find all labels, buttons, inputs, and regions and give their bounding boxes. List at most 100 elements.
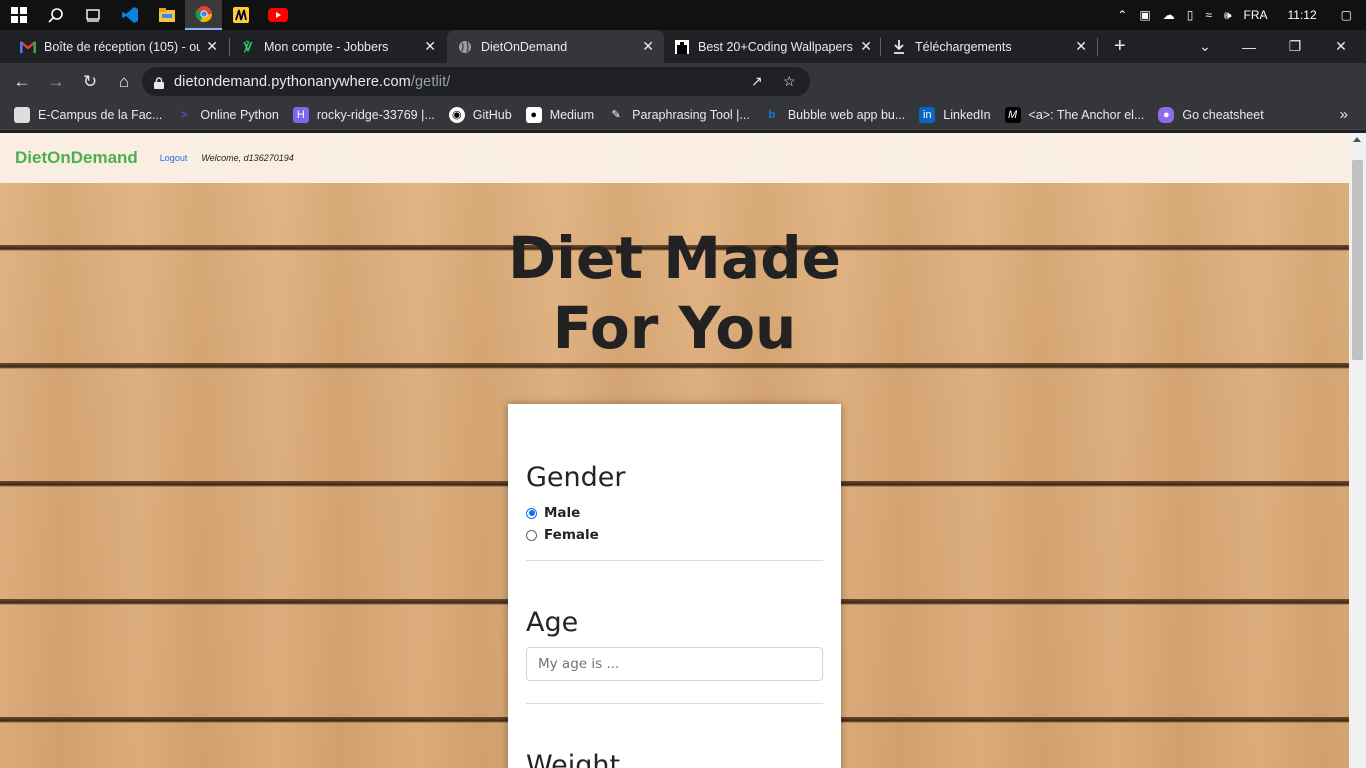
scroll-up-icon[interactable] (1353, 137, 1361, 142)
gender-option-female[interactable]: Female (526, 527, 599, 543)
bookmarks-overflow-icon[interactable]: » (1340, 106, 1348, 123)
weight-title: Weight (526, 750, 621, 768)
hero-line-1: Diet Made (508, 224, 841, 292)
hero-line-2: For You (552, 294, 797, 362)
cloud-icon[interactable]: ☁ (1163, 8, 1175, 22)
minimize-icon[interactable]: — (1226, 39, 1272, 55)
volume-icon[interactable]: 🕪 (1224, 8, 1232, 23)
tab-title: Best 20+Coding Wallpapers | (698, 39, 855, 54)
chevron-up-icon[interactable]: ⌃ (1117, 8, 1127, 22)
heroku-icon: H (292, 106, 309, 123)
reload-icon[interactable]: ↻ (74, 66, 106, 98)
tab-separator (1097, 38, 1098, 56)
close-window-icon[interactable]: ✕ (1318, 38, 1364, 55)
search-icon[interactable] (37, 0, 74, 30)
close-tab-icon[interactable]: ✕ (1075, 38, 1087, 55)
window-controls: ⌄ — ❐ ✕ (1192, 30, 1364, 63)
female-label[interactable]: Female (544, 527, 599, 543)
close-tab-icon[interactable]: ✕ (860, 38, 872, 55)
chrome-taskbar-icon[interactable] (185, 0, 222, 30)
tab-strip: Boîte de réception (105) - ou ✕ ℣ Mon co… (0, 30, 1366, 63)
welcome-text: Welcome, d136270194 (201, 153, 294, 163)
site-brand[interactable]: DietOnDemand (15, 148, 138, 168)
logout-link[interactable]: Logout (160, 153, 188, 163)
gender-option-male[interactable]: Male (526, 505, 580, 521)
bookmark-ecampus[interactable]: E-Campus de la Fac... (14, 106, 162, 123)
wallpaper-icon (674, 39, 690, 55)
tab-downloads[interactable]: Téléchargements ✕ (881, 30, 1097, 63)
home-icon[interactable]: ⌂ (108, 66, 140, 98)
notification-icon[interactable]: ▢ (1341, 8, 1352, 22)
browser-toolbar: ← → ↻ ⌂ dietondemand.pythonanywhere.com/… (0, 63, 1366, 159)
tab-title: Boîte de réception (105) - ou (44, 39, 201, 54)
clock[interactable]: 11:12 (1288, 8, 1317, 22)
male-radio[interactable] (526, 507, 537, 519)
vscode-icon[interactable] (111, 0, 148, 30)
miro-icon[interactable] (222, 0, 259, 30)
age-input[interactable]: My age is ... (526, 647, 823, 681)
bookmark-go-cheatsheet[interactable]: ● Go cheatsheet (1158, 106, 1264, 123)
bookmark-anchor[interactable]: M <a>: The Anchor el... (1004, 106, 1144, 123)
forward-icon[interactable]: → (40, 66, 72, 98)
wifi-icon[interactable]: ≈ (1205, 8, 1212, 22)
share-icon[interactable]: ↗ (751, 73, 763, 90)
bubble-icon: b (768, 108, 776, 121)
jobbers-icon: ℣ (243, 39, 253, 54)
youtube-icon[interactable] (259, 0, 296, 30)
bookmark-paraphrasing[interactable]: ✎ Paraphrasing Tool |... (608, 107, 750, 123)
gmail-icon (20, 39, 36, 55)
address-bar[interactable]: dietondemand.pythonanywhere.com/getlit/ … (142, 67, 810, 96)
age-title: Age (526, 607, 579, 638)
female-radio[interactable] (526, 529, 537, 541)
web-page: DietOnDemand Logout Welcome, d136270194 … (0, 133, 1349, 768)
phone-link-icon[interactable]: ▣ (1139, 8, 1150, 22)
divider (526, 703, 823, 704)
bookmark-github[interactable]: ◉ GitHub (448, 106, 512, 123)
bookmark-medium[interactable]: ● Medium (525, 106, 594, 123)
close-tab-icon[interactable]: ✕ (206, 38, 218, 55)
tab-title: DietOnDemand (481, 39, 568, 54)
python-icon: ˃ (181, 108, 188, 121)
hero-title: Diet Made For You (0, 223, 1349, 363)
bookmark-bubble[interactable]: b Bubble web app bu... (764, 107, 905, 123)
tab-gmail[interactable]: Boîte de réception (105) - ou ✕ (10, 30, 228, 63)
close-tab-icon[interactable]: ✕ (424, 38, 436, 55)
bookmark-online-python[interactable]: ˃ Online Python (176, 107, 279, 123)
bookmark-linkedin[interactable]: in LinkedIn (919, 106, 991, 123)
file-explorer-icon[interactable] (148, 0, 185, 30)
linkedin-icon: in (919, 106, 936, 123)
bookmarks-bar: E-Campus de la Fac... ˃ Online Python Hro… (0, 100, 1366, 130)
page-scrollbar[interactable] (1349, 133, 1366, 768)
url-domain: dietondemand.pythonanywhere.com (174, 73, 411, 90)
close-tab-icon[interactable]: ✕ (642, 38, 654, 55)
lock-icon[interactable] (154, 76, 164, 89)
maximize-icon[interactable]: ❐ (1272, 38, 1318, 55)
diet-form-card: Gender Male Female Age My age is ... Wei… (508, 404, 841, 768)
globe-icon (457, 39, 473, 55)
back-icon[interactable]: ← (6, 66, 38, 98)
tab-title: Téléchargements (915, 39, 1012, 54)
url-path: /getlit/ (410, 73, 451, 90)
battery-icon[interactable]: ▯ (1187, 8, 1194, 22)
download-icon (891, 39, 907, 55)
go-cheatsheet-icon: ● (1158, 106, 1175, 123)
url-text: dietondemand.pythonanywhere.com/getlit/ (174, 74, 450, 90)
mdn-icon: M (1004, 106, 1021, 123)
divider (526, 560, 823, 561)
tab-search-icon[interactable]: ⌄ (1192, 38, 1218, 55)
paraphrasing-icon: ✎ (611, 109, 621, 121)
site-navbar: DietOnDemand Logout Welcome, d136270194 (0, 133, 1349, 183)
bookmark-star-icon[interactable]: ☆ (783, 73, 796, 90)
tab-dietondemand[interactable]: DietOnDemand ✕ (447, 30, 664, 63)
system-tray: ⌃ ▣ ☁ ▯ ≈ 🕪 FRA 11:12 ▢ (1111, 0, 1366, 30)
male-label[interactable]: Male (544, 505, 580, 521)
bookmark-heroku[interactable]: Hrocky-ridge-33769 |... (292, 106, 435, 123)
windows-start-icon[interactable] (0, 0, 37, 30)
task-view-icon[interactable] (74, 0, 111, 30)
gender-title: Gender (526, 462, 626, 493)
tab-jobbers[interactable]: ℣ Mon compte - Jobbers ✕ (230, 30, 446, 63)
new-tab-button[interactable]: + (1104, 30, 1134, 63)
tab-wallpapers[interactable]: Best 20+Coding Wallpapers | ✕ (664, 30, 882, 63)
language-indicator[interactable]: FRA (1244, 8, 1268, 22)
scroll-thumb[interactable] (1352, 160, 1363, 360)
